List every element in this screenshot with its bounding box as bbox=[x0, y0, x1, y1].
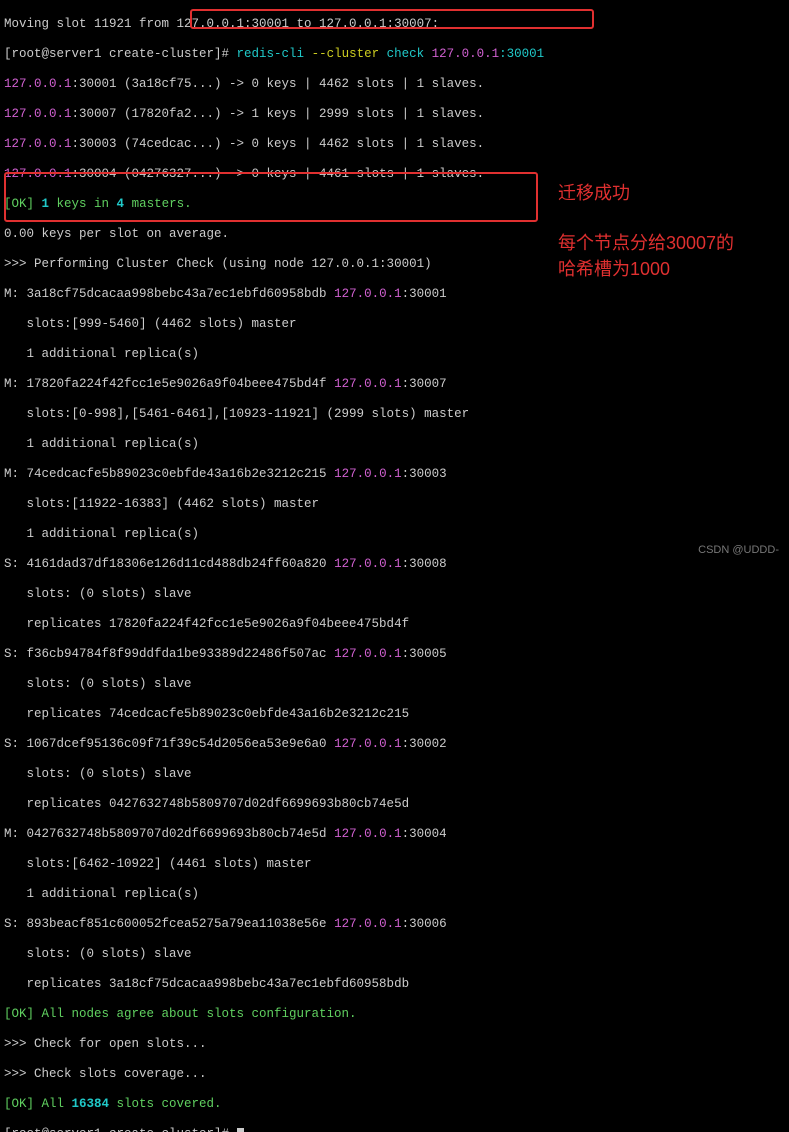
line: 127.0.0.1:30001 (3a18cf75...) -> 0 keys … bbox=[4, 77, 785, 92]
line-prompt[interactable]: [root@server1 create-cluster]# bbox=[4, 1127, 785, 1132]
line-slots: slots:[0-998],[5461-6461],[10923-11921] … bbox=[4, 407, 785, 422]
line: 127.0.0.1:30004 (04276327...) -> 0 keys … bbox=[4, 167, 785, 182]
line: >>> Check slots coverage... bbox=[4, 1067, 785, 1082]
line-prompt: [root@server1 create-cluster]# redis-cli… bbox=[4, 47, 785, 62]
line: slots: (0 slots) slave bbox=[4, 767, 785, 782]
cursor-icon bbox=[237, 1128, 244, 1132]
line: replicates 17820fa224f42fcc1e5e9026a9f04… bbox=[4, 617, 785, 632]
line: slots: (0 slots) slave bbox=[4, 587, 785, 602]
line: slots: (0 slots) slave bbox=[4, 947, 785, 962]
line: S: 1067dcef95136c09f71f39c54d2056ea53e9e… bbox=[4, 737, 785, 752]
line-ok: [OK] All 16384 slots covered. bbox=[4, 1097, 785, 1112]
line: M: 3a18cf75dcacaa998bebc43a7ec1ebfd60958… bbox=[4, 287, 785, 302]
annotation-text: 每个节点分给30007的 哈希槽为1000 bbox=[558, 230, 734, 282]
line: 127.0.0.1:30007 (17820fa2...) -> 1 keys … bbox=[4, 107, 785, 122]
line-ok: [OK] 1 keys in 4 masters. bbox=[4, 197, 785, 212]
terminal-output: Moving slot 11921 from 127.0.0.1:30001 t… bbox=[0, 0, 789, 1132]
line-ok: [OK] All nodes agree about slots configu… bbox=[4, 1007, 785, 1022]
line: 1 additional replica(s) bbox=[4, 887, 785, 902]
line: 1 additional replica(s) bbox=[4, 527, 785, 542]
line: replicates 74cedcacfe5b89023c0ebfde43a16… bbox=[4, 707, 785, 722]
annotation-text: 迁移成功 bbox=[558, 180, 630, 206]
line: >>> Check for open slots... bbox=[4, 1037, 785, 1052]
line: M: 74cedcacfe5b89023c0ebfde43a16b2e3212c… bbox=[4, 467, 785, 482]
line-slots: slots:[11922-16383] (4462 slots) master bbox=[4, 497, 785, 512]
line: S: f36cb94784f8f99ddfda1be93389d22486f50… bbox=[4, 647, 785, 662]
line: S: 4161dad37df18306e126d11cd488db24ff60a… bbox=[4, 557, 785, 572]
line: M: 0427632748b5809707d02df6699693b80cb74… bbox=[4, 827, 785, 842]
line: slots: (0 slots) slave bbox=[4, 677, 785, 692]
line: replicates 0427632748b5809707d02df669969… bbox=[4, 797, 785, 812]
line-slots: slots:[999-5460] (4462 slots) master bbox=[4, 317, 785, 332]
line-slots: slots:[6462-10922] (4461 slots) master bbox=[4, 857, 785, 872]
watermark: CSDN @UDDD- bbox=[698, 543, 779, 558]
line: 127.0.0.1:30003 (74cedcac...) -> 0 keys … bbox=[4, 137, 785, 152]
line: M: 17820fa224f42fcc1e5e9026a9f04beee475b… bbox=[4, 377, 785, 392]
line: 1 additional replica(s) bbox=[4, 347, 785, 362]
line: Moving slot 11921 from 127.0.0.1:30001 t… bbox=[4, 17, 785, 32]
line: S: 893beacf851c600052fcea5275a79ea11038e… bbox=[4, 917, 785, 932]
line: replicates 3a18cf75dcacaa998bebc43a7ec1e… bbox=[4, 977, 785, 992]
line: 1 additional replica(s) bbox=[4, 437, 785, 452]
